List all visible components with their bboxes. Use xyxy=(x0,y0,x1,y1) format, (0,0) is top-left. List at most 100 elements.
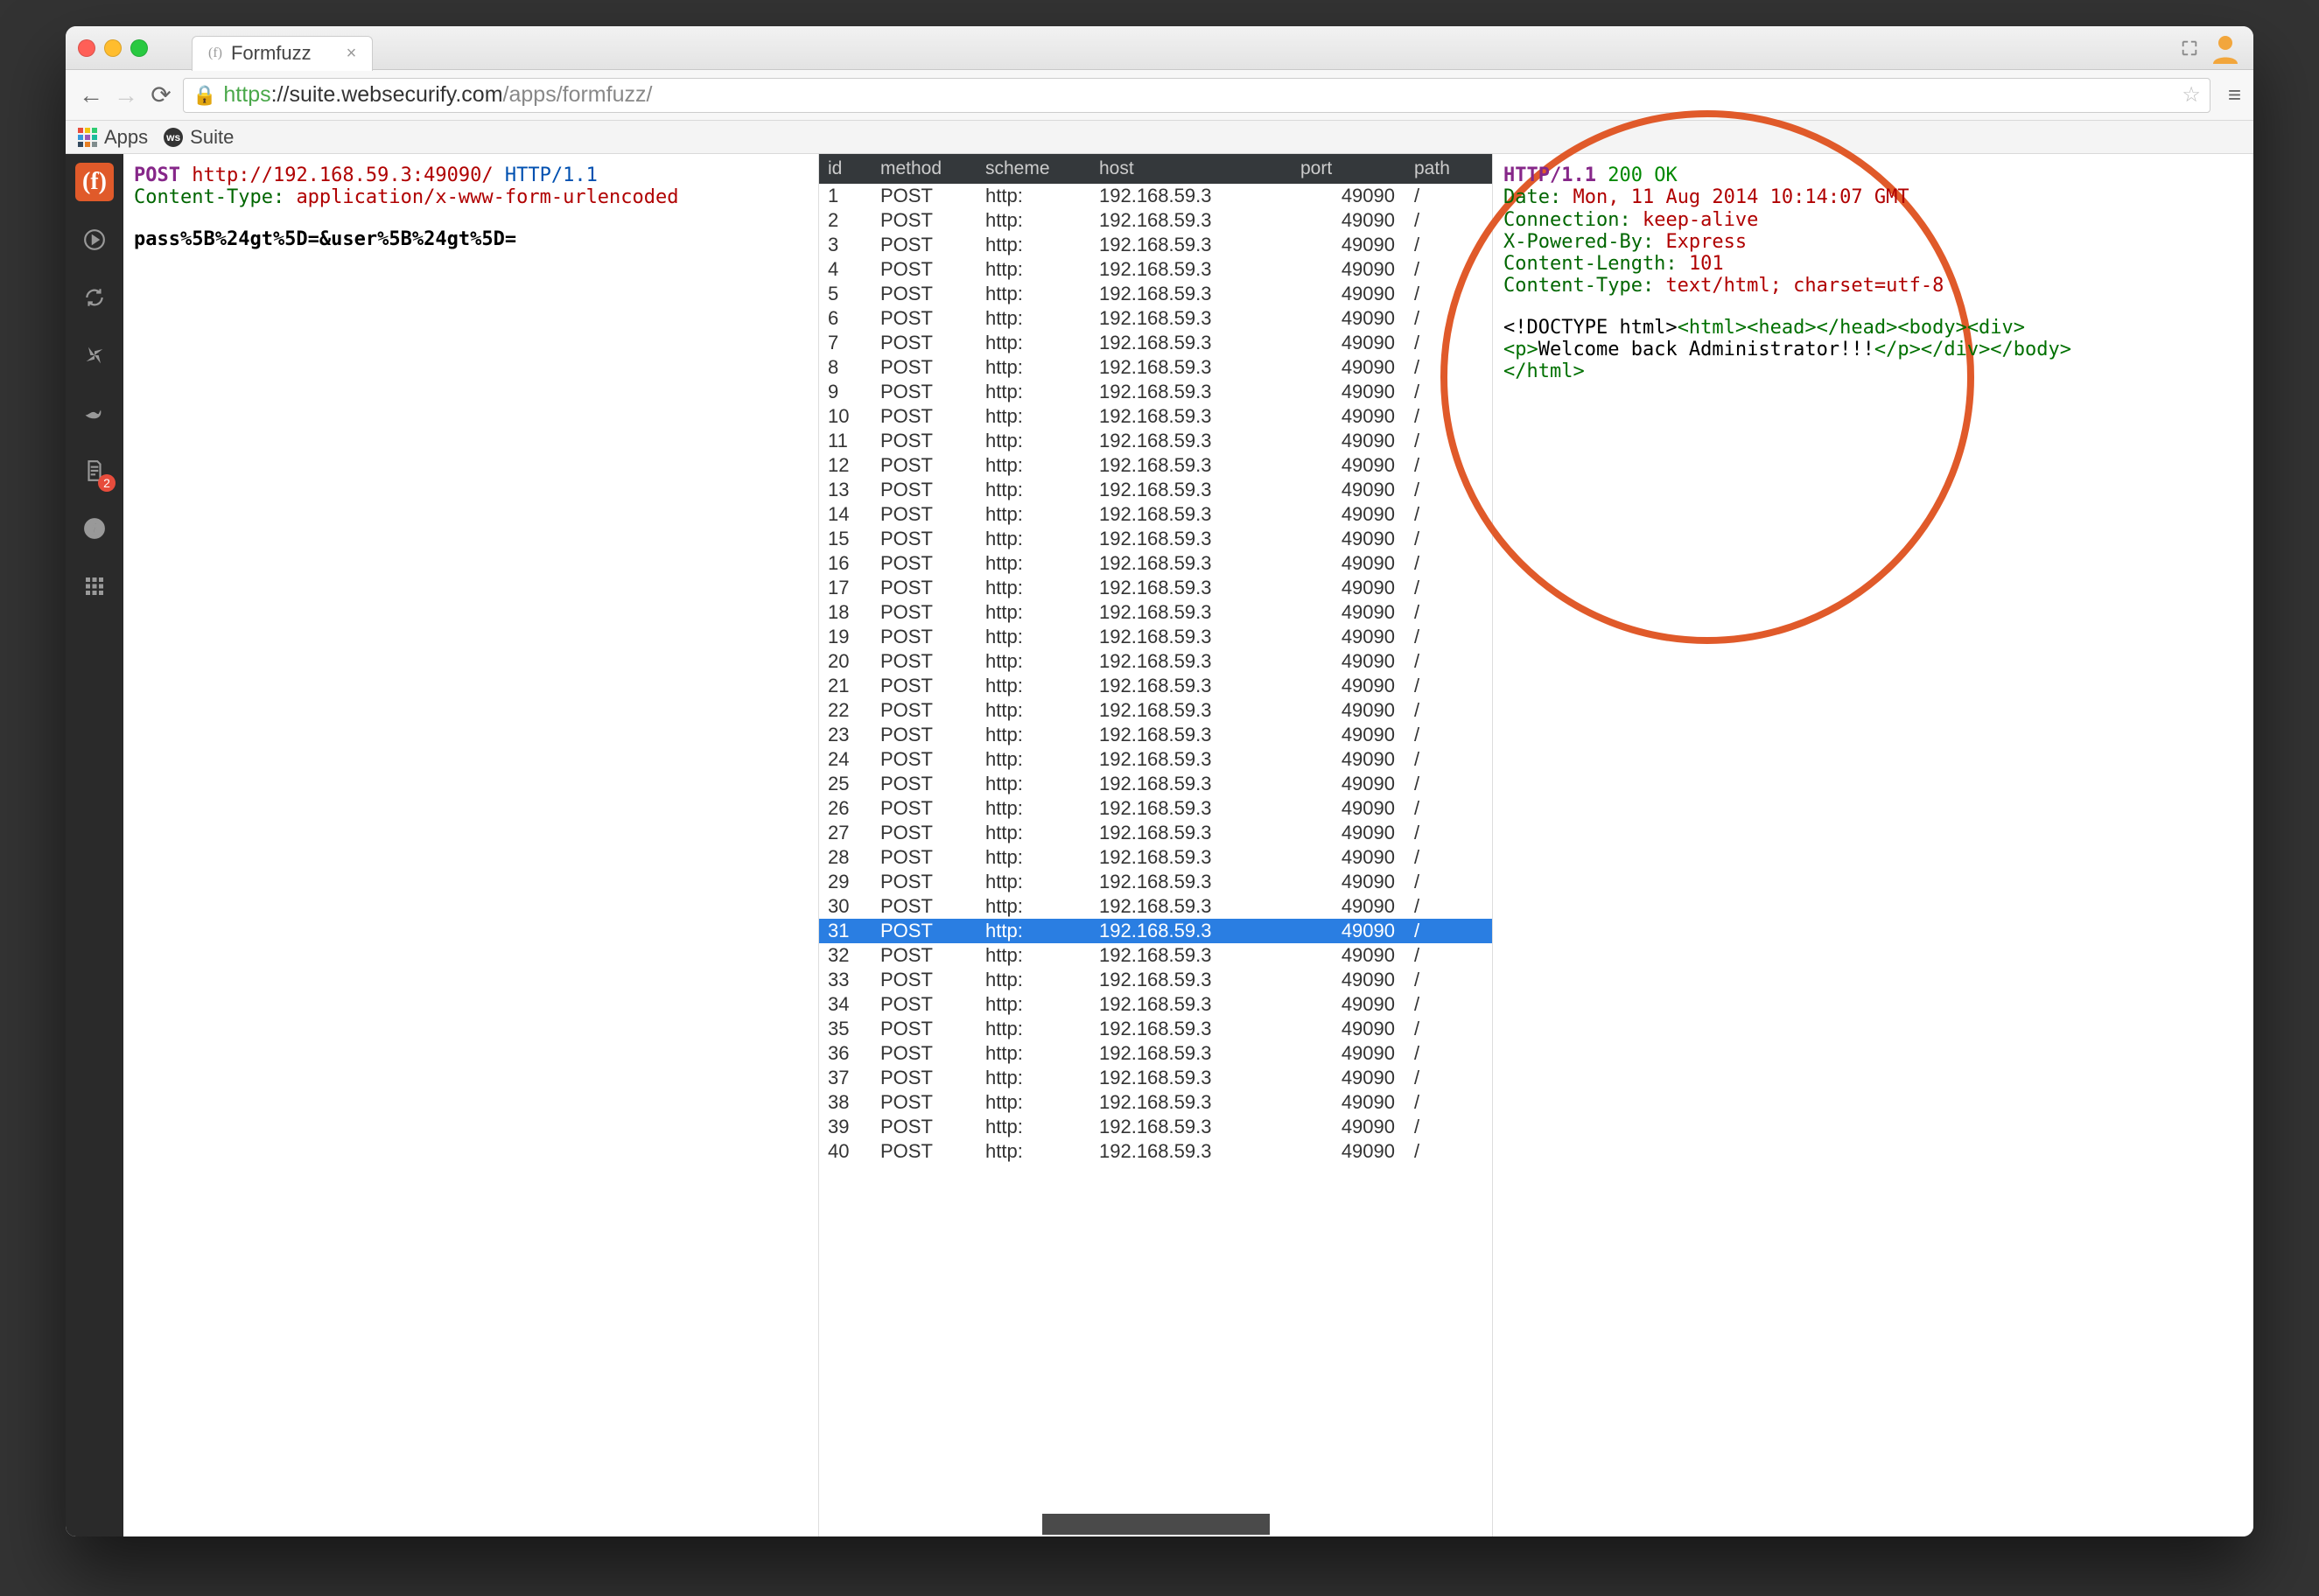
table-row[interactable]: 21POSThttp:192.168.59.349090/ xyxy=(819,674,1492,698)
bookmark-star-icon[interactable]: ☆ xyxy=(2182,82,2201,108)
request-header: Content-Type: application/x-www-form-url… xyxy=(134,186,808,208)
browser-tab[interactable]: (f) Formfuzz × xyxy=(192,36,373,71)
favicon-icon: (f) xyxy=(208,46,222,61)
sidebar-grid-icon[interactable] xyxy=(75,567,114,606)
table-row[interactable]: 27POSThttp:192.168.59.349090/ xyxy=(819,821,1492,845)
sidebar-formfuzz-icon[interactable]: (f) xyxy=(75,163,114,201)
table-row[interactable]: 23POSThttp:192.168.59.349090/ xyxy=(819,723,1492,747)
table-row[interactable]: 36POSThttp:192.168.59.349090/ xyxy=(819,1041,1492,1066)
response-header: Content-Type: text/html; charset=utf-8 xyxy=(1503,275,2243,297)
forward-button[interactable]: → xyxy=(113,82,139,108)
table-row[interactable]: 7POSThttp:192.168.59.349090/ xyxy=(819,331,1492,355)
close-tab-icon[interactable]: × xyxy=(347,44,357,64)
suite-bookmark[interactable]: ws Suite xyxy=(164,126,234,149)
svg-text:i: i xyxy=(93,520,97,536)
reload-button[interactable]: ⟳ xyxy=(148,82,174,108)
titlebar: (f) Formfuzz × xyxy=(66,26,2253,70)
response-header: Connection: keep-alive xyxy=(1503,209,2243,231)
zoom-window-icon[interactable] xyxy=(130,39,148,57)
table-row[interactable]: 32POSThttp:192.168.59.349090/ xyxy=(819,943,1492,968)
suite-icon: ws xyxy=(164,128,183,147)
close-window-icon[interactable] xyxy=(78,39,95,57)
sidebar-play-icon[interactable] xyxy=(75,220,114,259)
apps-shortcut[interactable]: Apps xyxy=(78,126,148,149)
sidebar-info-icon[interactable]: i xyxy=(75,509,114,548)
table-row[interactable]: 24POSThttp:192.168.59.349090/ xyxy=(819,747,1492,772)
table-row[interactable]: 9POSThttp:192.168.59.349090/ xyxy=(819,380,1492,404)
response-headers: Date: Mon, 11 Aug 2014 10:14:07 GMTConne… xyxy=(1503,186,2243,297)
table-row[interactable]: 13POSThttp:192.168.59.349090/ xyxy=(819,478,1492,502)
table-row[interactable]: 31POSThttp:192.168.59.349090/ xyxy=(819,919,1492,943)
table-row[interactable]: 38POSThttp:192.168.59.349090/ xyxy=(819,1090,1492,1115)
table-row[interactable]: 29POSThttp:192.168.59.349090/ xyxy=(819,870,1492,894)
profile-avatar-icon[interactable] xyxy=(2210,32,2241,64)
lock-icon: 🔒 xyxy=(193,84,216,107)
table-body: 1POSThttp:192.168.59.349090/2POSThttp:19… xyxy=(819,184,1492,1505)
table-row[interactable]: 19POSThttp:192.168.59.349090/ xyxy=(819,625,1492,649)
sidebar-bird-icon[interactable] xyxy=(75,394,114,432)
table-row[interactable]: 39POSThttp:192.168.59.349090/ xyxy=(819,1115,1492,1139)
horizontal-scrollbar[interactable] xyxy=(1042,1514,1270,1535)
table-row[interactable]: 14POSThttp:192.168.59.349090/ xyxy=(819,502,1492,527)
table-row[interactable]: 3POSThttp:192.168.59.349090/ xyxy=(819,233,1492,257)
sidebar-reload-icon[interactable] xyxy=(75,278,114,317)
col-port[interactable]: port xyxy=(1297,158,1411,179)
table-row[interactable]: 2POSThttp:192.168.59.349090/ xyxy=(819,208,1492,233)
minimize-window-icon[interactable] xyxy=(104,39,122,57)
tab-title: Formfuzz xyxy=(231,42,312,65)
table-row[interactable]: 18POSThttp:192.168.59.349090/ xyxy=(819,600,1492,625)
table-row[interactable]: 8POSThttp:192.168.59.349090/ xyxy=(819,355,1492,380)
table-row[interactable]: 4POSThttp:192.168.59.349090/ xyxy=(819,257,1492,282)
menu-button[interactable]: ≡ xyxy=(2228,81,2241,108)
response-pane: HTTP/1.1 200 OK Date: Mon, 11 Aug 2014 1… xyxy=(1493,154,2253,1536)
table-row[interactable]: 15POSThttp:192.168.59.349090/ xyxy=(819,527,1492,551)
col-host[interactable]: host xyxy=(1096,158,1297,179)
requests-table: id method scheme host port path 1POSThtt… xyxy=(819,154,1493,1536)
table-row[interactable]: 35POSThttp:192.168.59.349090/ xyxy=(819,1017,1492,1041)
url-scheme: https xyxy=(223,82,270,108)
table-row[interactable]: 40POSThttp:192.168.59.349090/ xyxy=(819,1139,1492,1164)
table-row[interactable]: 12POSThttp:192.168.59.349090/ xyxy=(819,453,1492,478)
url-domain: suite.websecurify.com xyxy=(289,82,502,108)
table-row[interactable]: 5POSThttp:192.168.59.349090/ xyxy=(819,282,1492,306)
response-body: <!DOCTYPE html><html><head></head><body>… xyxy=(1503,317,2243,383)
table-header: id method scheme host port path xyxy=(819,154,1492,184)
sidebar-document-icon[interactable]: 2 xyxy=(75,452,114,490)
status-line: HTTP/1.1 200 OK xyxy=(1503,164,2243,186)
table-row[interactable]: 30POSThttp:192.168.59.349090/ xyxy=(819,894,1492,919)
table-row[interactable]: 10POSThttp:192.168.59.349090/ xyxy=(819,404,1492,429)
col-method[interactable]: method xyxy=(877,158,982,179)
table-row[interactable]: 22POSThttp:192.168.59.349090/ xyxy=(819,698,1492,723)
col-id[interactable]: id xyxy=(824,158,877,179)
response-header: Content-Length: 101 xyxy=(1503,253,2243,275)
table-row[interactable]: 34POSThttp:192.168.59.349090/ xyxy=(819,992,1492,1017)
request-body: pass%5B%24gt%5D=&user%5B%24gt%5D= xyxy=(134,228,808,250)
table-row[interactable]: 33POSThttp:192.168.59.349090/ xyxy=(819,968,1492,992)
table-row[interactable]: 20POSThttp:192.168.59.349090/ xyxy=(819,649,1492,674)
notification-badge: 2 xyxy=(98,474,116,492)
table-row[interactable]: 11POSThttp:192.168.59.349090/ xyxy=(819,429,1492,453)
col-path[interactable]: path xyxy=(1411,158,1489,179)
request-pane: POST http://192.168.59.3:49090/ HTTP/1.1… xyxy=(123,154,819,1536)
request-line: POST http://192.168.59.3:49090/ HTTP/1.1 xyxy=(134,164,808,186)
col-scheme[interactable]: scheme xyxy=(982,158,1096,179)
sidebar-windmill-icon[interactable] xyxy=(75,336,114,374)
response-header: X-Powered-By: Express xyxy=(1503,231,2243,253)
address-bar[interactable]: 🔒 https://suite.websecurify.com/apps/for… xyxy=(183,78,2210,113)
table-row[interactable]: 26POSThttp:192.168.59.349090/ xyxy=(819,796,1492,821)
bookmarks-bar: Apps ws Suite xyxy=(66,121,2253,154)
back-button[interactable]: ← xyxy=(78,82,104,108)
browser-window: (f) Formfuzz × ← → ⟳ 🔒 https://suite.web… xyxy=(66,26,2253,1536)
table-row[interactable]: 37POSThttp:192.168.59.349090/ xyxy=(819,1066,1492,1090)
url-path: /apps/formfuzz/ xyxy=(503,82,653,108)
table-row[interactable]: 1POSThttp:192.168.59.349090/ xyxy=(819,184,1492,208)
table-row[interactable]: 17POSThttp:192.168.59.349090/ xyxy=(819,576,1492,600)
fullscreen-icon[interactable] xyxy=(2180,38,2199,58)
table-row[interactable]: 25POSThttp:192.168.59.349090/ xyxy=(819,772,1492,796)
table-row[interactable]: 6POSThttp:192.168.59.349090/ xyxy=(819,306,1492,331)
table-row[interactable]: 28POSThttp:192.168.59.349090/ xyxy=(819,845,1492,870)
table-row[interactable]: 16POSThttp:192.168.59.349090/ xyxy=(819,551,1492,576)
response-header: Date: Mon, 11 Aug 2014 10:14:07 GMT xyxy=(1503,186,2243,208)
app-content: (f) 2 i POST http://192.168.59.3:49090/ … xyxy=(66,154,2253,1536)
window-controls xyxy=(78,39,148,57)
